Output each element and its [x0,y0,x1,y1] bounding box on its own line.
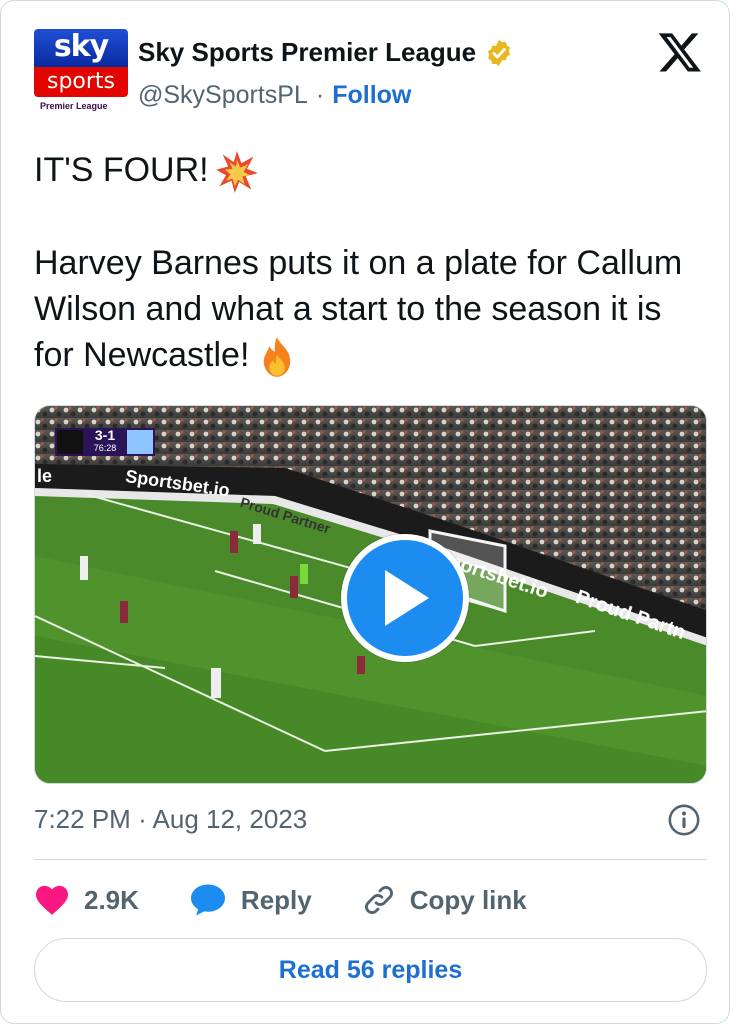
heart-icon [36,885,68,915]
tweet-timestamp[interactable]: 7:22 PM · Aug 12, 2023 [34,804,307,835]
info-icon[interactable] [667,803,701,837]
fire-emoji-icon [264,337,291,377]
board-fragment: le [37,466,53,486]
verified-badge-icon [488,39,511,66]
collision-emoji-icon [215,151,258,193]
scoreboard-clock: 76:28 [93,443,117,453]
timestamp-separator: · [138,804,147,834]
tweet-text: IT'S FOUR! Harvey Barnes puts it on a pl… [34,147,704,379]
play-button[interactable] [341,534,469,662]
handle-separator: · [315,81,325,109]
tweet-headline: IT'S FOUR! [34,151,209,189]
x-logo-icon[interactable] [657,29,703,75]
author-name-row: Sky Sports Premier League [138,37,514,68]
video-player[interactable]: 3-1 76:28 le Sportsbet.io Proud Partner … [34,405,707,784]
like-count: 2.9K [84,884,139,915]
tweet-date: Aug 12, 2023 [152,804,308,834]
divider [34,859,707,860]
author-handle-row: @SkySportsPL · Follow [138,81,411,110]
reply-label: Reply [240,884,312,915]
like-button[interactable]: 2.9K [34,884,139,916]
read-replies-button[interactable]: Read 56 replies [34,938,707,1002]
action-bar: 2.9K Reply Copy link [34,877,577,923]
avatar-sports-text: sports [34,67,128,97]
tweet-time: 7:22 PM [34,804,131,834]
reply-button[interactable]: Reply [189,883,312,917]
scoreboard-score: 3-1 [94,427,116,443]
play-icon [385,570,429,626]
avatar[interactable]: sky sports Premier League [34,29,128,121]
tweet-body: Harvey Barnes puts it on a plate for Cal… [34,244,683,375]
copy-link-label: Copy link [409,884,527,915]
copy-link-button[interactable]: Copy link [362,883,527,917]
follow-link[interactable]: Follow [332,81,411,110]
tweet-line-1: IT'S FOUR! [34,147,704,194]
avatar-sky-text: sky [34,29,128,67]
author-handle[interactable]: @SkySportsPL [138,81,308,110]
tweet-line-2: Harvey Barnes puts it on a plate for Cal… [34,240,704,379]
tweet-card: sky sports Premier League Sky Sports Pre… [0,0,730,1024]
link-icon [364,886,393,914]
avatar-caption: Premier League [40,101,108,111]
reply-bubble-icon [190,884,225,916]
author-name[interactable]: Sky Sports Premier League [138,37,476,68]
